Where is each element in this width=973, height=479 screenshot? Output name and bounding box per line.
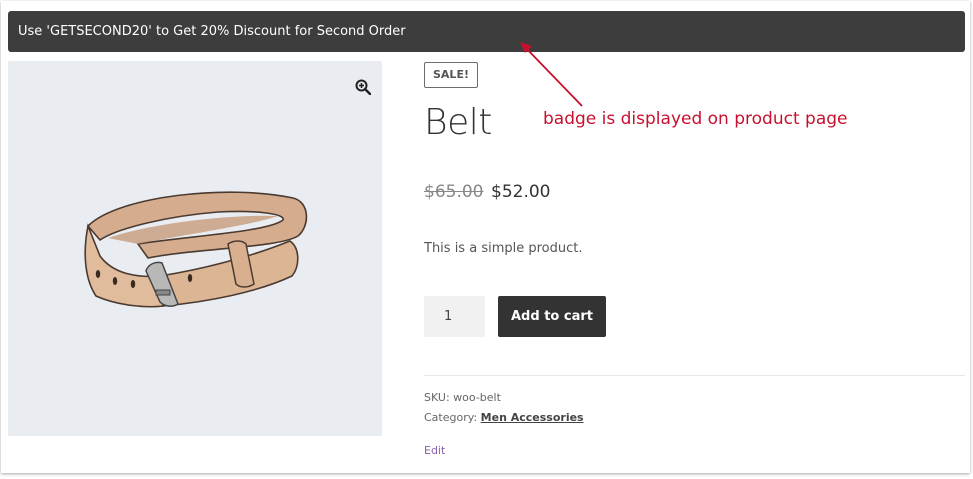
sku-label: SKU: (424, 391, 450, 404)
sku-value: woo-belt (453, 391, 501, 404)
sale-price: $52.00 (491, 182, 551, 202)
product-gallery (8, 61, 382, 436)
store-notice: Use 'GETSECOND20' to Get 20% Discount fo… (8, 11, 965, 52)
store-notice-text: Use 'GETSECOND20' to Get 20% Discount fo… (18, 24, 406, 39)
zoom-button[interactable] (351, 75, 375, 99)
quantity-input[interactable] (424, 296, 485, 337)
category-label: Category: (424, 411, 478, 424)
belt-product-image[interactable] (78, 186, 318, 316)
edit-link[interactable]: Edit (424, 444, 445, 457)
zoom-in-icon (355, 79, 371, 95)
category-line: Category: Men Accessories (424, 411, 584, 424)
add-to-cart-button[interactable]: Add to cart (498, 296, 606, 337)
product-description: This is a simple product. (424, 241, 583, 256)
sale-badge: SALE! (424, 62, 478, 88)
regular-price: $65.00 (424, 182, 484, 202)
product-title: Belt (424, 102, 492, 143)
annotation-text: badge is displayed on product page (543, 109, 848, 129)
sku-line: SKU: woo-belt (424, 391, 501, 404)
annotation-arrow (520, 42, 583, 107)
category-link[interactable]: Men Accessories (481, 411, 584, 424)
meta-divider (424, 375, 965, 376)
